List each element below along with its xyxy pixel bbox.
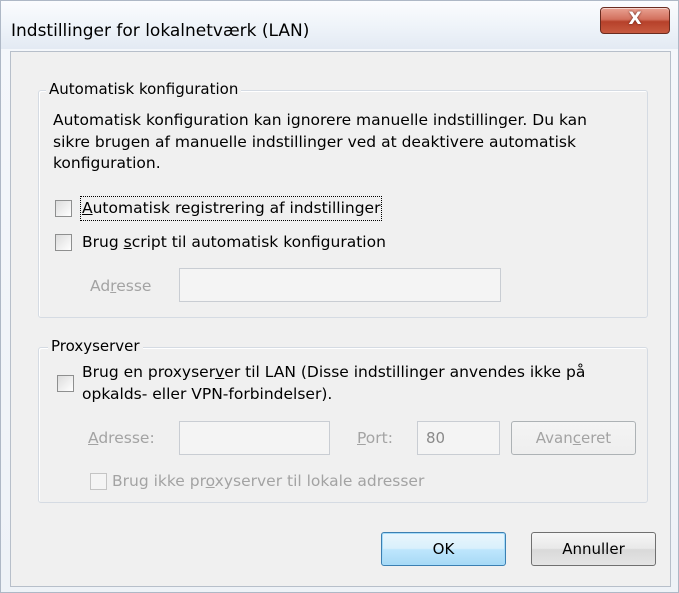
auto-detect-checkbox[interactable] [55,200,72,217]
auto-config-description-line-2: sikre brugen af manuelle indstillinger v… [53,133,576,151]
proxy-legend: Proxyserver [48,337,143,355]
use-proxy-label-line-2[interactable]: opkalds- eller VPN-forbindelser). [82,384,332,405]
use-script-label[interactable]: Brug script til automatisk konfiguration [82,232,386,253]
script-address-label: Adresse [90,277,152,295]
script-address-input[interactable] [179,268,501,302]
bypass-local-checkbox[interactable] [90,473,107,490]
close-button[interactable]: X [600,7,670,34]
proxy-port-input[interactable]: 80 [417,421,500,455]
use-proxy-checkbox[interactable] [57,375,74,392]
auto-detect-label[interactable]: Automatisk registrering af indstillinger [79,196,383,221]
close-icon: X [628,9,642,29]
bypass-local-label[interactable]: Brug ikke proxyserver til lokale adresse… [112,471,424,492]
lan-settings-dialog: Indstillinger for lokalnetværk (LAN) X A… [0,0,679,593]
dialog-client-area: Automatisk konfiguration Automatisk konf… [10,51,671,587]
auto-config-description-line-1: Automatisk konfiguration kan ignorere ma… [53,111,587,129]
ok-button[interactable]: OK [381,532,506,566]
auto-config-legend: Automatisk konfiguration [46,80,242,98]
auto-config-description-line-3: konfiguration. [53,154,161,172]
cancel-button[interactable]: Annuller [531,532,656,566]
window-title: Indstillinger for lokalnetværk (LAN) [11,21,310,41]
use-proxy-label-line-1[interactable]: Brug en proxyserver til LAN (Disse indst… [82,362,585,383]
title-bar[interactable]: Indstillinger for lokalnetværk (LAN) X [1,1,678,49]
proxy-port-label: Port: [357,429,393,447]
proxy-address-label: Adresse: [88,429,155,447]
proxy-address-input[interactable] [179,421,330,455]
advanced-button[interactable]: Avanceret [511,421,636,455]
use-script-checkbox[interactable] [55,234,72,251]
